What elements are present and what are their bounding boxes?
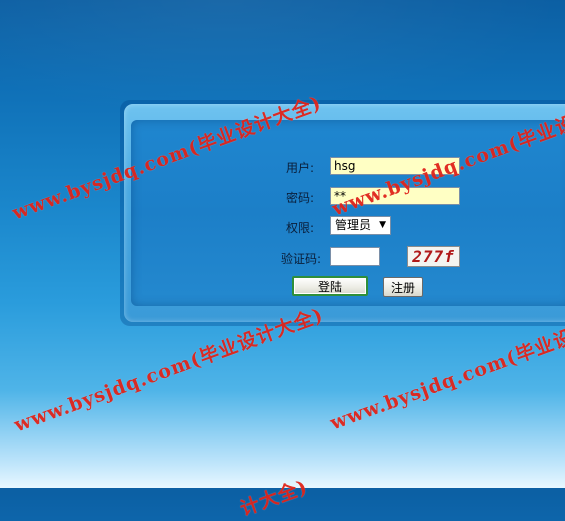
role-label: 权限: [286, 221, 315, 235]
register-button[interactable]: 注册 [383, 277, 423, 297]
role-selected-value: 管理员 [335, 218, 372, 232]
chevron-down-icon: ▼ [379, 220, 386, 230]
password-label: 密码: [286, 191, 315, 205]
captcha-image[interactable]: 277f [407, 246, 460, 267]
captcha-label: 验证码: [281, 252, 322, 266]
password-input[interactable]: ** [330, 187, 460, 205]
login-button[interactable]: 登陆 [292, 276, 368, 296]
role-select[interactable]: 管理员 ▼ [330, 216, 391, 235]
username-label: 用户: [286, 161, 315, 175]
captcha-input[interactable] [330, 247, 380, 266]
username-input[interactable]: hsg [330, 157, 460, 175]
watermark-fragment: 计大全) [237, 475, 311, 521]
